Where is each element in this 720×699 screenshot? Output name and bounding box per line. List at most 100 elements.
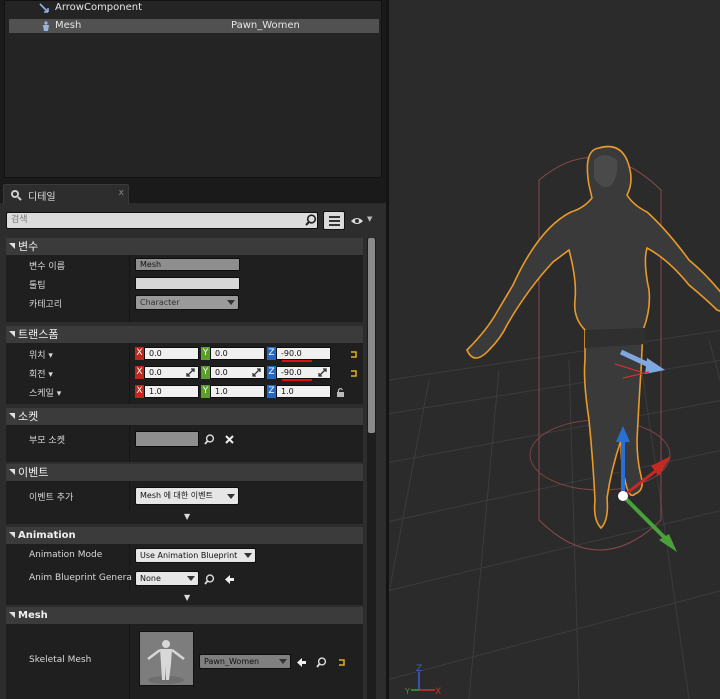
row-variable-name: 변수 이름 Mesh: [6, 257, 363, 274]
axis-y-badge: Y: [201, 385, 210, 398]
search-icon[interactable]: [204, 434, 215, 445]
axis-x-badge: X: [135, 385, 144, 398]
tooltip-field[interactable]: [135, 277, 240, 290]
location-z-field[interactable]: -90.0: [276, 347, 331, 360]
row-scale: 스케일 ▾ X 1.0 Y 1.0 Z 1.0: [6, 383, 363, 402]
component-name: ArrowComponent: [55, 2, 143, 13]
location-y-field[interactable]: 0.0: [210, 347, 265, 360]
clear-icon[interactable]: [224, 434, 235, 445]
scrollbar[interactable]: [367, 238, 376, 699]
component-row-arrow[interactable]: ArrowComponent: [9, 1, 379, 15]
animation-mode-dropdown[interactable]: Use Animation Blueprint: [135, 548, 256, 563]
section-socket: 소켓 부모 소켓: [6, 408, 363, 462]
location-x-field[interactable]: 0.0: [144, 347, 199, 360]
scale-z-field[interactable]: 1.0: [276, 385, 331, 398]
expand-more-icon[interactable]: ▼: [184, 512, 190, 521]
annotation-underline: [282, 360, 312, 362]
reset-arrow-icon[interactable]: [336, 657, 347, 668]
section-header-transform[interactable]: 트랜스폼: [6, 326, 363, 343]
component-row-mesh[interactable]: Mesh Pawn_Women: [9, 19, 379, 33]
search-icon[interactable]: [316, 657, 327, 668]
row-add-event: 이벤트 추가 Mesh 에 대한 이벤트: [6, 484, 363, 510]
variable-name-label: 변수 이름: [29, 262, 65, 272]
row-animation-mode: Animation Mode Use Animation Blueprint: [6, 546, 363, 566]
eye-icon[interactable]: [350, 216, 364, 226]
parent-socket-field[interactable]: [135, 431, 199, 447]
skeletal-mesh-label: Skeletal Mesh: [29, 655, 92, 665]
axis-z-badge: Z: [267, 366, 276, 379]
spin-arrows-icon: [252, 368, 261, 377]
variable-name-field[interactable]: Mesh: [135, 258, 240, 271]
location-label[interactable]: 위치 ▾: [29, 348, 53, 361]
search-icon[interactable]: [204, 574, 215, 585]
axis-x-label: X: [435, 687, 441, 697]
axis-z-badge: Z: [267, 385, 276, 398]
view-options-button[interactable]: [323, 211, 345, 230]
parent-socket-label: 부모 소켓: [29, 436, 65, 446]
row-rotation: 회전 ▾ X 0.0 Y 0.0 Z -90.0: [6, 364, 363, 383]
section-header-animation[interactable]: Animation: [6, 527, 363, 544]
expand-more-icon[interactable]: ▼: [184, 593, 190, 602]
components-panel: ArrowComponent Mesh Pawn_Women: [4, 0, 382, 178]
chevron-down-icon: [279, 659, 287, 664]
category-dropdown[interactable]: Character: [135, 295, 239, 310]
lock-icon[interactable]: [335, 387, 346, 398]
use-selected-arrow-icon[interactable]: [224, 574, 235, 585]
component-name: Mesh: [55, 20, 82, 31]
row-parent-socket: 부모 소켓: [6, 428, 363, 450]
details-icon: [11, 190, 22, 201]
left-panel: ArrowComponent Mesh Pawn_Women 디테일 x 검색: [0, 0, 386, 699]
tab-bar: 디테일 x: [0, 182, 386, 204]
tab-close-button[interactable]: x: [119, 188, 124, 198]
axis-y-badge: Y: [201, 347, 210, 360]
rotation-label[interactable]: 회전 ▾: [29, 367, 53, 380]
section-mesh: Mesh Skeletal Mesh Pawn_Women: [6, 607, 363, 699]
axis-y-badge: Y: [201, 366, 210, 379]
axis-x-badge: X: [135, 347, 144, 360]
reset-arrow-icon[interactable]: [348, 368, 359, 379]
axis-y-label: Y: [404, 687, 410, 696]
row-tooltip: 툴팁: [6, 275, 363, 292]
row-anim-blueprint: Anim Blueprint Generate None: [6, 568, 363, 590]
use-selected-arrow-icon[interactable]: [296, 657, 307, 668]
search-input[interactable]: 검색: [6, 212, 318, 229]
section-header-variable[interactable]: 변수: [6, 238, 363, 255]
category-label: 카테고리: [29, 300, 63, 310]
skeletal-mesh-icon: [43, 21, 49, 31]
axis-x-badge: X: [135, 366, 144, 379]
component-asset: Pawn_Women: [231, 20, 300, 31]
chevron-down-icon: [187, 576, 195, 581]
add-event-value: Mesh 에 대한 이벤트: [140, 491, 213, 500]
skeletal-mesh-dropdown[interactable]: Pawn_Women: [199, 654, 291, 669]
spin-arrows-icon: [318, 368, 327, 377]
anim-blueprint-value: None: [140, 574, 161, 583]
scale-x-field[interactable]: 1.0: [144, 385, 199, 398]
reset-arrow-icon[interactable]: [348, 349, 359, 360]
scale-y-field[interactable]: 1.0: [210, 385, 265, 398]
anim-blueprint-dropdown[interactable]: None: [135, 571, 199, 586]
animation-mode-value: Use Animation Blueprint: [140, 551, 238, 560]
row-location: 위치 ▾ X 0.0 Y 0.0 Z -90.0: [6, 345, 363, 364]
viewport[interactable]: Z Y X: [386, 0, 720, 699]
scrollbar-thumb[interactable]: [368, 238, 375, 433]
tab-details-label: 디테일: [28, 192, 56, 203]
section-events: 이벤트 이벤트 추가 Mesh 에 대한 이벤트 ▼: [6, 464, 363, 524]
animation-mode-label: Animation Mode: [29, 550, 103, 560]
tab-details[interactable]: 디테일 x: [3, 184, 129, 204]
section-header-mesh[interactable]: Mesh: [6, 607, 363, 624]
search-icon[interactable]: [305, 214, 317, 226]
section-variable: 변수 변수 이름 Mesh 툴팁 카테고리 Character: [6, 238, 363, 322]
annotation-underline: [282, 379, 312, 381]
section-animation: Animation Animation Mode Use Animation B…: [6, 527, 363, 605]
skeletal-mesh-value: Pawn_Women: [204, 657, 260, 666]
add-event-dropdown[interactable]: Mesh 에 대한 이벤트: [135, 487, 239, 505]
section-transform: 트랜스폼 위치 ▾ X 0.0 Y 0.0 Z -90.0 회전 ▾ X 0.0…: [6, 326, 363, 404]
section-header-events[interactable]: 이벤트: [6, 464, 363, 481]
mesh-thumbnail[interactable]: [139, 631, 194, 686]
scale-label[interactable]: 스케일 ▾: [29, 386, 61, 399]
character-mesh[interactable]: [466, 145, 720, 530]
chevron-down-icon: [227, 494, 235, 499]
chevron-down-icon[interactable]: ▼: [367, 215, 372, 223]
row-category: 카테고리 Character: [6, 294, 363, 311]
section-header-socket[interactable]: 소켓: [6, 408, 363, 425]
